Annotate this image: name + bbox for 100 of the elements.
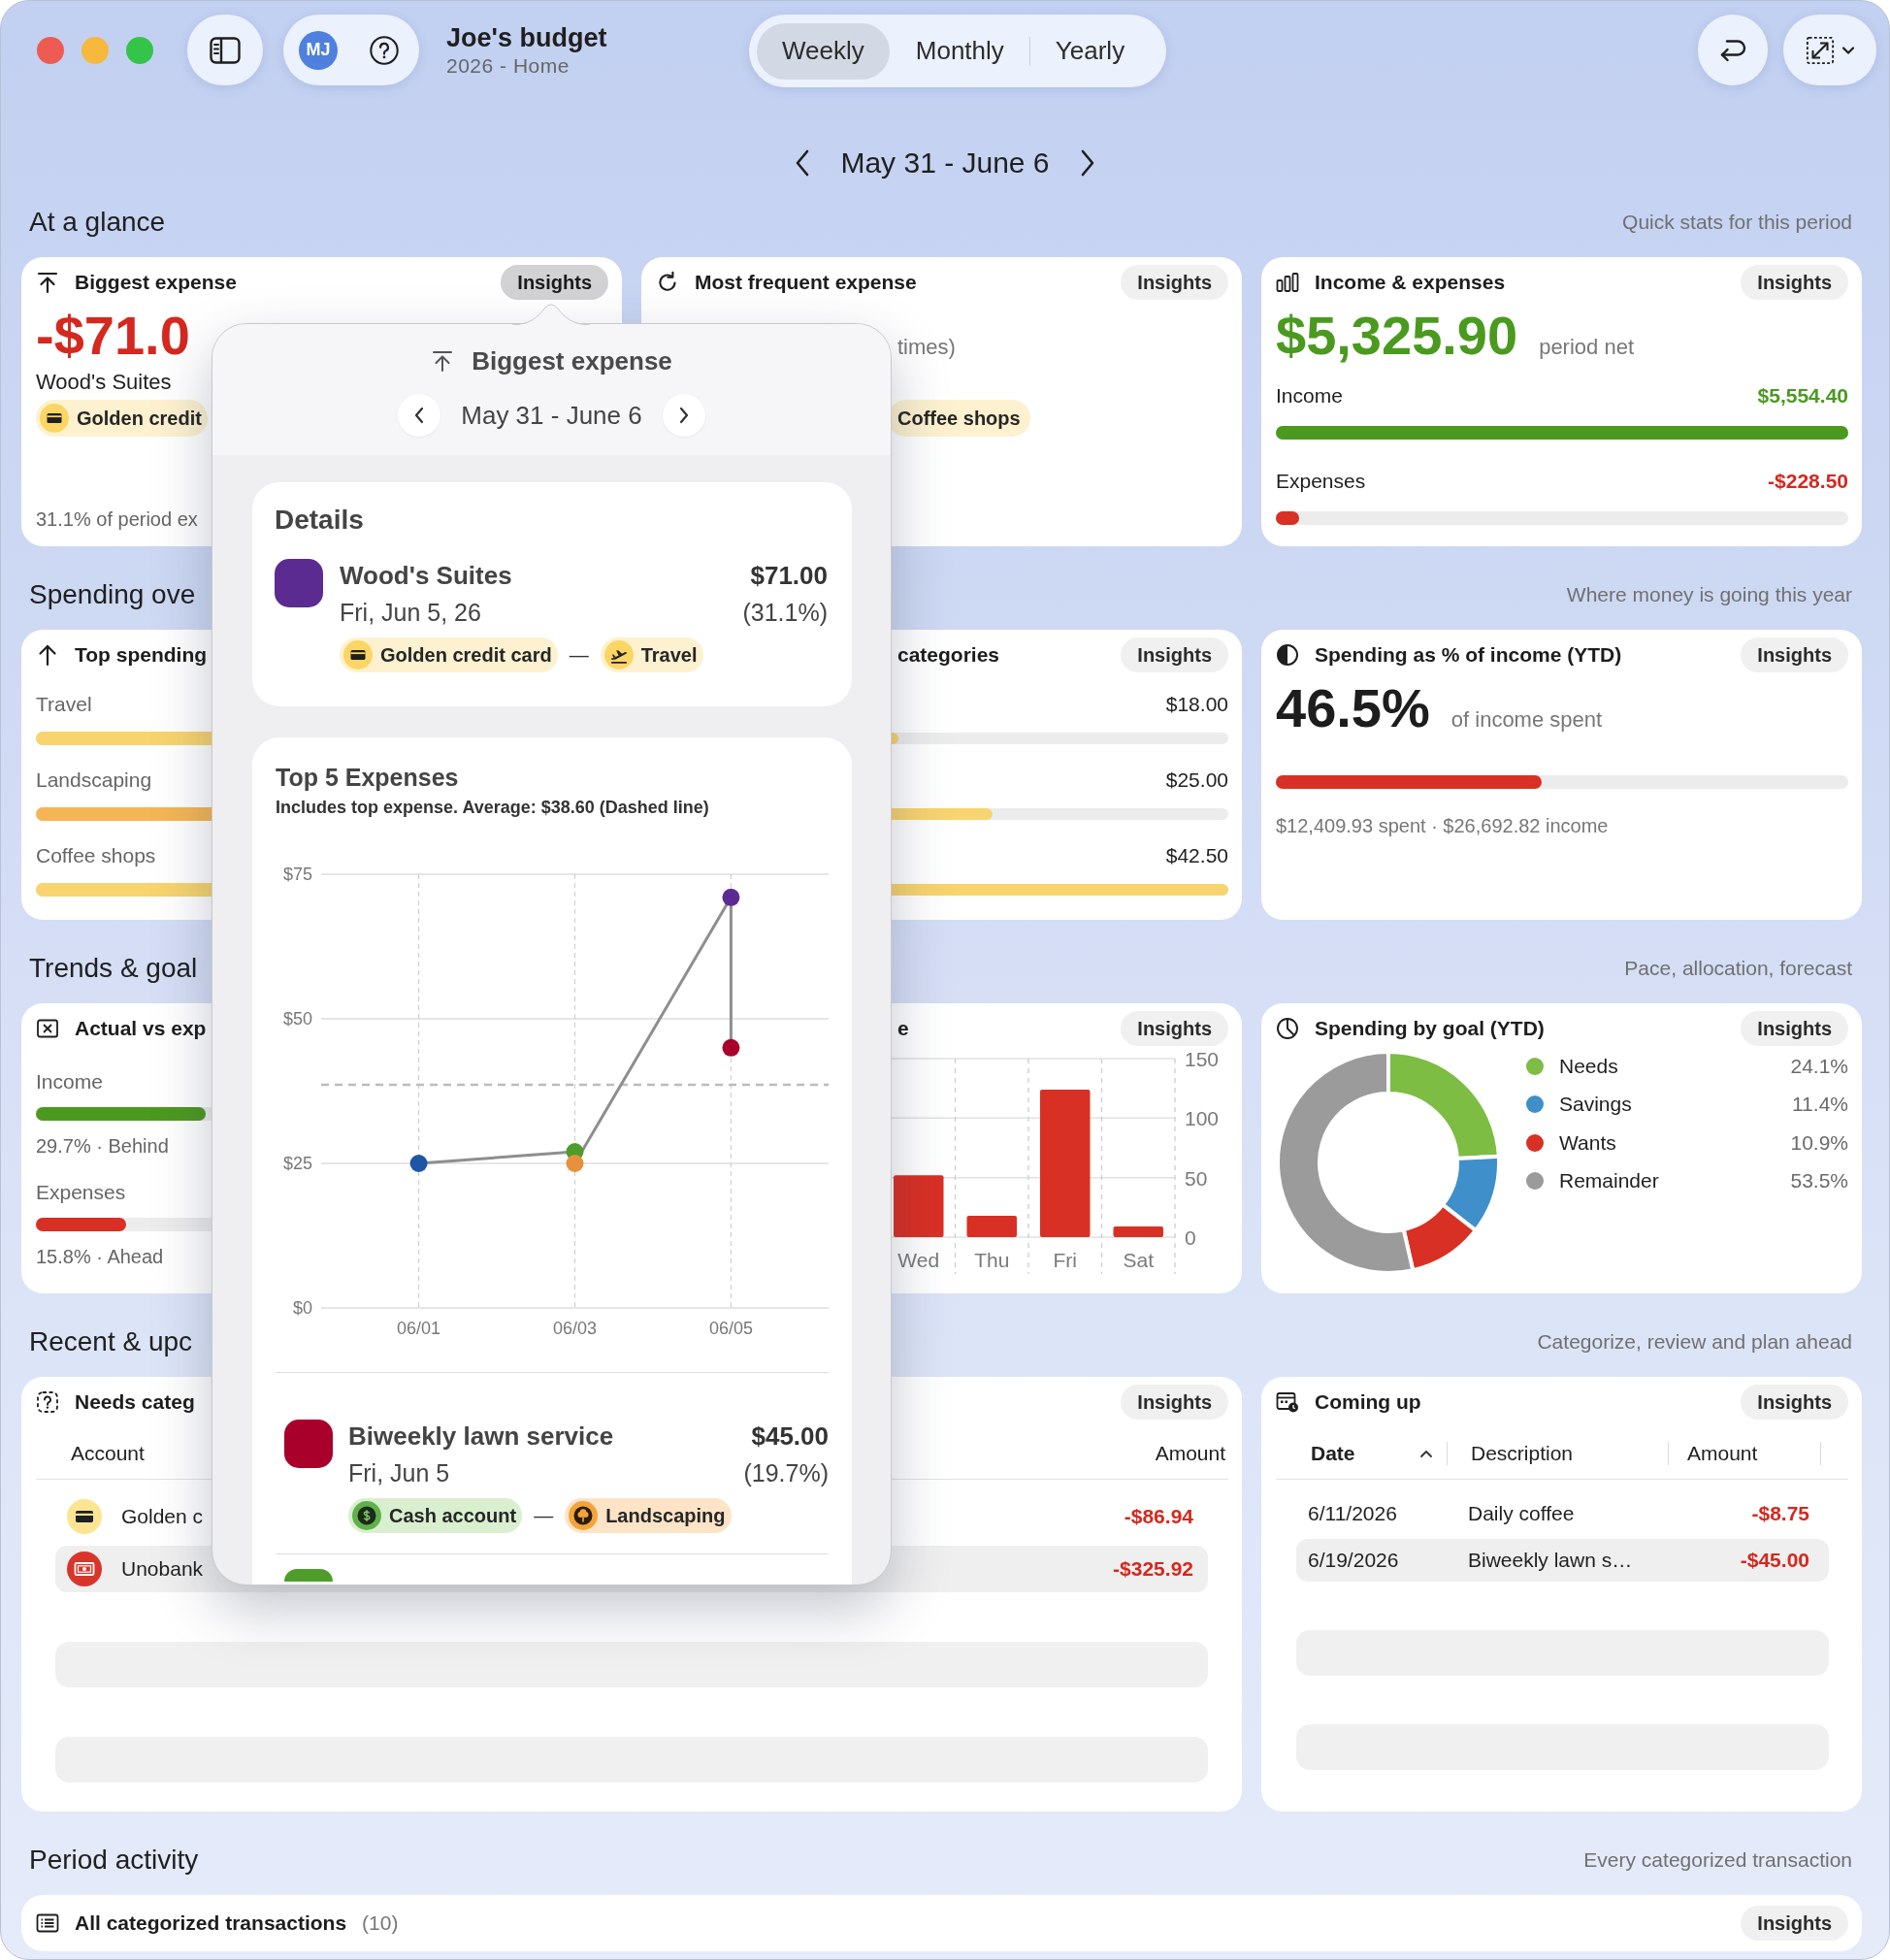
expense-share: (31.1%) <box>742 598 828 627</box>
section-note: Quick stats for this period <box>1622 211 1852 234</box>
totals-note: $12,409.93 spent · $26,692.82 income <box>1276 814 1609 838</box>
expense-amount: -$71.0 <box>36 307 190 365</box>
share-note: 31.1% of period ex <box>36 507 198 532</box>
section-note: Pace, allocation, forecast <box>1624 957 1852 980</box>
period-label: May 31 - June 6 <box>840 147 1050 180</box>
section-title: At a glance <box>29 207 166 238</box>
chip-label: Landscaping <box>605 1504 726 1527</box>
axis-label: Sat <box>1123 1249 1154 1271</box>
section-title: Trends & goal <box>29 953 198 984</box>
legend-label: Wants <box>1559 1130 1616 1155</box>
expense-date: Fri, Jun 5 <box>348 1458 450 1487</box>
axis-label: $25 <box>282 1154 312 1173</box>
row-amount: -$228.50 <box>1768 470 1848 493</box>
expense-name: Wood's Suites <box>340 560 512 591</box>
expense-amount: $71.00 <box>750 560 828 591</box>
card-title: Income & expenses <box>1315 271 1506 294</box>
expense-share: (19.7%) <box>743 1458 829 1487</box>
legend-label: Savings <box>1559 1093 1632 1117</box>
row-amount: $5,554.40 <box>1757 384 1848 408</box>
axis-label: 150 <box>1185 1048 1220 1070</box>
category-label: Coffee shops <box>36 843 156 868</box>
card-title: All categorized transactions <box>75 1911 347 1935</box>
period-label: May 31 - June 6 <box>461 400 642 431</box>
chip-label: Golden credit card <box>380 643 552 667</box>
card-title: Coming up <box>1315 1390 1421 1414</box>
axis-label: Thu <box>974 1249 1010 1271</box>
legend-value: 53.5% <box>1790 1169 1848 1193</box>
item-count: (10) <box>362 1911 399 1935</box>
app-title: Joe's budget <box>446 21 607 53</box>
category-amount: $18.00 <box>1165 692 1228 717</box>
table-cell: Daily coffee <box>1468 1502 1575 1525</box>
section-title: Spending ove <box>29 579 196 610</box>
table-cell: Unobank <box>121 1557 204 1581</box>
chip-label: Golden credit <box>77 407 202 430</box>
tag-separator: — <box>569 643 589 667</box>
expense-date: Fri, Jun 5, 26 <box>340 598 481 627</box>
category-amount: $42.50 <box>1165 843 1228 868</box>
card-title: Biggest expense <box>75 271 237 294</box>
expense-name: Biweekly lawn service <box>348 1421 614 1452</box>
table-cell: Golden c <box>121 1505 204 1528</box>
chip-label: Cash account <box>389 1504 517 1527</box>
percent-value: 46.5% <box>1276 679 1430 737</box>
axis-label: 50 <box>1185 1166 1208 1190</box>
section-title: Period activity <box>29 1845 199 1876</box>
app-subtitle: 2026 - Home <box>446 52 570 79</box>
section-note: Every categorized transaction <box>1583 1848 1852 1872</box>
category-amount: $25.00 <box>1165 768 1228 793</box>
pace-status: 29.7% · Behind <box>36 1134 169 1159</box>
chip-label: Coffee shops <box>897 407 1021 430</box>
card-title: Spending by goal (YTD) <box>1315 1017 1545 1040</box>
popover-title: Biggest expense <box>472 345 672 376</box>
card-title: e <box>897 1017 909 1040</box>
table-cell: Biweekly lawn s… <box>1468 1549 1633 1572</box>
table-cell-text: 6/19/2026 <box>1308 1549 1400 1572</box>
axis-label: 06/05 <box>708 1319 753 1338</box>
merchant-name: Wood's Suites <box>36 369 172 396</box>
table-cell: -$86.94 <box>1124 1505 1193 1528</box>
axis-label: $75 <box>282 865 312 884</box>
table-cell-text: 6/11/2026 <box>1308 1502 1398 1525</box>
card-title: categories <box>897 643 1000 667</box>
card-title: Top 5 Expenses <box>276 763 459 792</box>
row-label: Expenses <box>1276 470 1366 493</box>
card-title: Top spending <box>75 643 208 667</box>
axis-label: 06/01 <box>397 1319 441 1338</box>
legend-label: Remainder <box>1559 1169 1659 1193</box>
chip-label: Travel <box>640 643 698 667</box>
axis-label: 06/03 <box>553 1319 597 1338</box>
expense-amount: $45.00 <box>751 1421 829 1452</box>
count-note: times) <box>897 334 956 361</box>
pace-status: 15.8% · Ahead <box>36 1245 164 1269</box>
category-label: Landscaping <box>36 768 152 793</box>
axis-label: 100 <box>1185 1107 1220 1130</box>
amount-note: period net <box>1539 335 1634 360</box>
table-cell: -$8.75 <box>1751 1502 1809 1525</box>
row-label: Income <box>1276 384 1343 408</box>
percent-note: of income spent <box>1450 707 1603 733</box>
legend-label: Needs <box>1559 1054 1618 1078</box>
axis-label: $50 <box>282 1009 312 1029</box>
legend-value: 10.9% <box>1790 1130 1848 1155</box>
tag-separator: — <box>534 1504 554 1527</box>
axis-label: Wed <box>897 1249 940 1271</box>
card-title: Most frequent expense <box>695 271 917 294</box>
card-title: Actual vs exp <box>75 1017 207 1040</box>
card-subtitle: Includes top expense. Average: $38.60 (Dashed line) <box>276 797 709 819</box>
axis-label: $0 <box>292 1298 312 1318</box>
table-cell: -$325.92 <box>1113 1557 1193 1581</box>
card-title: Needs categ <box>75 1390 195 1414</box>
section-note: Where money is going this year <box>1566 583 1852 606</box>
section-note: Categorize, review and plan ahead <box>1537 1330 1852 1354</box>
row-label: Income <box>36 1069 103 1094</box>
card-title: Spending as % of income (YTD) <box>1315 643 1622 667</box>
legend-value: 11.4% <box>1792 1093 1848 1117</box>
axis-label: Fri <box>1053 1249 1077 1271</box>
row-label: Expenses <box>36 1180 126 1205</box>
category-label: Travel <box>36 692 92 717</box>
table-cell: -$45.00 <box>1740 1549 1809 1572</box>
card-title: Details <box>275 504 364 537</box>
section-title: Recent & upc <box>29 1326 193 1357</box>
